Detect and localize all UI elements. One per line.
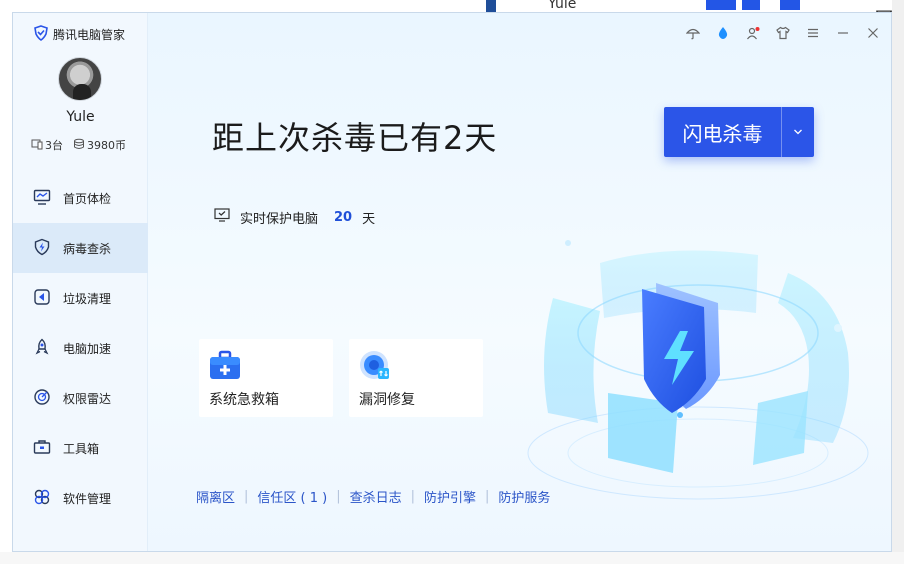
monitor-icon <box>33 188 51 209</box>
sidebar-item-junk-cleanup[interactable]: 垃圾清理 <box>13 273 148 323</box>
sidebar-item-permission-radar[interactable]: 权限雷达 <box>13 373 148 423</box>
background-bar <box>742 0 760 10</box>
sidebar-item-label: 首页体检 <box>63 191 112 206</box>
avatar[interactable] <box>58 57 102 101</box>
shield-bolt-icon <box>33 238 51 259</box>
background-panel <box>0 552 904 564</box>
quick-scan-label[interactable]: 闪电杀毒 <box>664 107 782 157</box>
page-title: 距上次杀毒已有2天 <box>212 119 498 157</box>
sidebar-item-label: 软件管理 <box>63 491 112 506</box>
quick-scan-button[interactable]: 闪电杀毒 <box>664 107 814 157</box>
user-stats: 3台 3980币 <box>31 137 126 153</box>
devices-stat[interactable]: 3台 <box>31 137 63 153</box>
link-divider: | <box>485 489 490 504</box>
coins-stat[interactable]: 3980币 <box>73 137 126 153</box>
apps-icon <box>33 488 51 509</box>
title-bar-controls <box>685 25 881 41</box>
minimize-icon[interactable] <box>835 25 851 41</box>
vulnerability-fix-card[interactable]: 漏洞修复 <box>349 339 483 417</box>
app-title: 腾讯电脑管家 <box>53 27 126 42</box>
link-trust-zone[interactable]: 信任区 ( 1 ) <box>257 487 327 506</box>
radar-icon <box>33 388 51 409</box>
droplet-icon[interactable] <box>715 25 731 41</box>
background-bar <box>780 0 800 10</box>
sidebar-item-software-manager[interactable]: 软件管理 <box>13 473 148 523</box>
sidebar-item-label: 病毒查杀 <box>63 241 112 256</box>
first-aid-kit-card[interactable]: 系统急救箱 <box>199 339 333 417</box>
background-window-edge <box>486 0 496 12</box>
protection-label: 实时保护电脑 <box>240 211 319 227</box>
background-text: Yule <box>548 0 577 12</box>
user-notify-icon[interactable] <box>745 25 761 41</box>
sidebar-item-toolbox[interactable]: 工具箱 <box>13 423 148 473</box>
link-divider: | <box>410 489 416 504</box>
main-panel: 距上次杀毒已有2天 闪电杀毒 实时保护电脑 20 天 系统急救箱 漏洞修复 隔离… <box>148 13 891 551</box>
bottom-links: 隔离区 | 信任区 ( 1 ) | 查杀日志 | 防护引擎 | 防护服务 <box>196 487 550 506</box>
protection-days: 20 <box>334 209 353 225</box>
card-label: 系统急救箱 <box>209 392 279 408</box>
first-aid-kit-icon <box>209 349 241 381</box>
umbrella-icon[interactable] <box>685 25 701 41</box>
link-quarantine[interactable]: 隔离区 <box>196 487 235 506</box>
app-brand: 腾讯电脑管家 <box>33 24 126 44</box>
username[interactable]: Yule <box>13 109 148 125</box>
toolbox-icon <box>33 438 51 459</box>
sidebar-item-home-check[interactable]: 首页体检 <box>13 173 148 223</box>
link-scan-log[interactable]: 查杀日志 <box>350 487 402 506</box>
sidebar-item-virus-scan[interactable]: 病毒查杀 <box>13 223 148 273</box>
card-label: 漏洞修复 <box>359 392 415 408</box>
background-bar <box>706 0 736 10</box>
sidebar-item-label: 垃圾清理 <box>63 291 112 306</box>
chevron-down-icon[interactable] <box>782 107 814 157</box>
sidebar-item-pc-speedup[interactable]: 电脑加速 <box>13 323 148 373</box>
rocket-icon <box>33 338 51 359</box>
link-divider: | <box>244 489 249 504</box>
coins-count: 3980币 <box>87 139 126 152</box>
shield-illustration <box>508 203 891 523</box>
monitor-check-icon <box>214 207 230 227</box>
sidebar-nav: 首页体检 病毒查杀 垃圾清理 电脑加速 权限雷达 工具箱 软件管理 <box>13 173 148 523</box>
shield-logo-icon <box>33 24 49 44</box>
protection-unit: 天 <box>362 211 376 227</box>
link-protection-engine[interactable]: 防护引擎 <box>424 487 476 506</box>
link-divider: | <box>336 489 341 504</box>
app-window: 腾讯电脑管家 Yule 3台 3980币 首页体检 病毒查杀 垃圾清理 电脑加速… <box>12 12 892 552</box>
broom-icon <box>33 288 51 309</box>
close-icon[interactable] <box>865 25 881 41</box>
skin-shirt-icon[interactable] <box>775 25 791 41</box>
devices-count: 3台 <box>45 139 63 152</box>
realtime-protection: 实时保护电脑 20 天 <box>214 207 375 227</box>
sidebar-item-label: 工具箱 <box>63 441 100 456</box>
sidebar-item-label: 权限雷达 <box>63 391 112 406</box>
sidebar: 腾讯电脑管家 Yule 3台 3980币 首页体检 病毒查杀 垃圾清理 电脑加速… <box>13 13 148 551</box>
background-panel <box>892 0 904 564</box>
coins-icon <box>73 138 85 153</box>
menu-icon[interactable] <box>805 25 821 41</box>
vuln-fix-icon <box>359 349 391 381</box>
sidebar-item-label: 电脑加速 <box>63 341 112 356</box>
devices-icon <box>31 138 43 153</box>
